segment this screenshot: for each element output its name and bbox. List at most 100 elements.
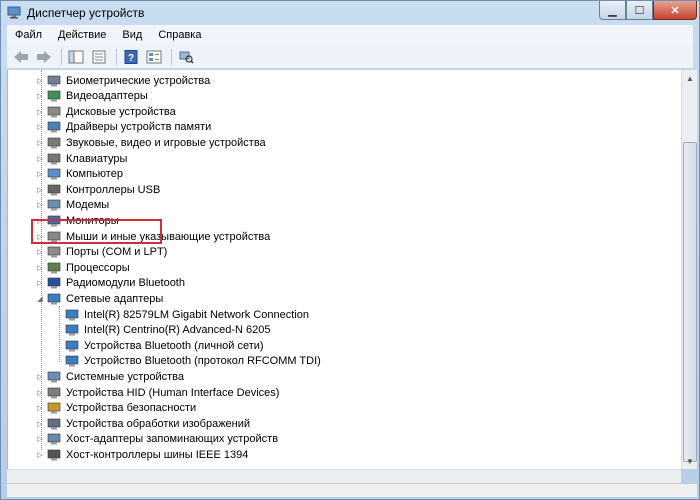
ieee1394-icon <box>47 449 61 461</box>
device-category[interactable]: Клавиатуры <box>46 151 127 166</box>
toolbar-separator <box>116 48 117 65</box>
memory-icon <box>47 121 61 133</box>
device-category[interactable]: Биометрические устройства <box>46 73 210 88</box>
console-tree-icon <box>68 50 84 63</box>
scroll-up-arrow[interactable]: ▲ <box>682 70 698 86</box>
hid-icon <box>47 387 61 398</box>
modem-icon <box>47 199 61 211</box>
scan-hardware-icon <box>179 51 194 64</box>
device-label: Модемы <box>66 199 110 212</box>
device-item[interactable]: Устройство Bluetooth (протокол RFCOMM TD… <box>64 354 321 369</box>
speaker-icon <box>47 137 61 149</box>
expand-arrow-icon[interactable]: ▷ <box>36 432 44 447</box>
device-label: Звуковые, видео и игровые устройства <box>66 136 266 149</box>
expand-arrow-icon[interactable]: ▷ <box>36 385 44 400</box>
expand-arrow-icon[interactable]: ▷ <box>36 276 44 291</box>
device-category[interactable]: Хост-контроллеры шины IEEE 1394 <box>46 447 248 462</box>
device-category[interactable]: Драйверы устройств памяти <box>46 120 211 135</box>
device-label: Клавиатуры <box>66 152 128 165</box>
expand-arrow-icon[interactable]: ▷ <box>36 73 44 88</box>
toolbar: ? <box>7 45 693 69</box>
forward-button[interactable] <box>34 48 54 66</box>
expand-arrow-icon[interactable]: ▷ <box>36 447 44 462</box>
device-category[interactable]: Радиомодули Bluetooth <box>46 276 185 291</box>
expand-arrow-icon[interactable]: ▷ <box>36 369 44 384</box>
computer-icon <box>47 168 61 180</box>
expand-arrow-icon[interactable]: ▷ <box>36 198 44 213</box>
device-category[interactable]: Порты (COM и LPT) <box>46 245 167 260</box>
device-label: Дисковые устройства <box>66 105 176 118</box>
device-category[interactable]: Контроллеры USB <box>46 182 160 197</box>
properties-button[interactable] <box>89 48 109 66</box>
expand-arrow-icon[interactable]: ▷ <box>36 401 44 416</box>
expand-arrow-icon[interactable]: ▷ <box>36 167 44 182</box>
expand-arrow-icon[interactable]: ▷ <box>36 245 44 260</box>
details-view-button[interactable] <box>144 48 164 66</box>
back-button[interactable] <box>11 48 31 66</box>
scroll-down-arrow[interactable]: ▼ <box>682 453 698 469</box>
device-item[interactable]: Устройства Bluetooth (личной сети) <box>64 338 264 353</box>
processor-icon <box>47 262 61 274</box>
device-category[interactable]: Устройства обработки изображений <box>46 416 250 431</box>
device-label: Устройства обработки изображений <box>66 417 251 430</box>
device-label: Контроллеры USB <box>66 183 161 196</box>
expand-arrow-icon[interactable]: ▷ <box>36 260 44 275</box>
tree-connector-line <box>59 306 60 362</box>
device-label: Порты (COM и LPT) <box>66 246 168 259</box>
maximize-button[interactable]: ☐ <box>626 1 653 20</box>
display-adapter-icon <box>47 90 61 102</box>
storage-controller-icon <box>47 433 61 445</box>
expand-arrow-icon[interactable]: ▷ <box>36 104 44 119</box>
menu-view[interactable]: Вид <box>114 29 150 41</box>
svg-text:?: ? <box>128 53 134 64</box>
expand-arrow-icon[interactable]: ▷ <box>36 135 44 150</box>
device-label: Intel(R) Centrino(R) Advanced-N 6205 <box>84 324 271 337</box>
close-button[interactable]: ✕ <box>653 1 697 20</box>
menu-file[interactable]: Файл <box>7 29 50 41</box>
device-category[interactable]: Видеоадаптеры <box>46 89 148 104</box>
network-adapter-icon <box>65 340 79 352</box>
device-category[interactable]: Модемы <box>46 198 109 213</box>
expand-arrow-icon[interactable]: ▷ <box>36 182 44 197</box>
device-category[interactable]: Звуковые, видео и игровые устройства <box>46 135 266 150</box>
show-hide-console-tree-button[interactable] <box>66 48 86 66</box>
device-category[interactable]: Компьютер <box>46 167 123 182</box>
device-category[interactable]: Дисковые устройства <box>46 104 176 119</box>
device-category[interactable]: Сетевые адаптеры <box>46 291 163 306</box>
device-label: Устройства безопасности <box>66 402 197 415</box>
maximize-icon: ☐ <box>634 4 645 17</box>
device-category[interactable]: Устройства безопасности <box>46 401 196 416</box>
title-bar[interactable]: Диспетчер устройств ▁ ☐ ✕ <box>1 1 700 25</box>
help-icon: ? <box>124 49 138 64</box>
vertical-scrollbar[interactable]: ▲ ▼ <box>681 70 697 469</box>
help-button[interactable]: ? <box>121 48 141 66</box>
menu-action[interactable]: Действие <box>50 29 114 41</box>
expand-arrow-icon[interactable]: ▷ <box>36 151 44 166</box>
device-category[interactable]: Системные устройства <box>46 369 184 384</box>
device-item[interactable]: Intel(R) 82579LM Gigabit Network Connect… <box>64 307 309 322</box>
scan-hardware-button[interactable] <box>176 48 196 66</box>
minimize-button[interactable]: ▁ <box>599 1 626 20</box>
device-item[interactable]: Intel(R) Centrino(R) Advanced-N 6205 <box>64 323 270 338</box>
scroll-thumb[interactable] <box>683 142 697 462</box>
network-adapter-icon <box>65 309 79 320</box>
expand-arrow-icon[interactable]: ▷ <box>36 89 44 104</box>
collapse-arrow-icon[interactable]: ◢ <box>36 291 44 306</box>
device-category[interactable]: Хост-адаптеры запоминающих устройств <box>46 432 278 447</box>
system-device-icon <box>47 371 61 383</box>
device-label: Устройства Bluetooth (личной сети) <box>84 339 264 352</box>
properties-icon <box>92 50 106 63</box>
fingerprint-icon <box>47 75 61 86</box>
device-category[interactable]: Процессоры <box>46 260 130 275</box>
camera-icon <box>47 418 61 430</box>
expand-arrow-icon[interactable]: ▷ <box>36 120 44 135</box>
device-label: Системные устройства <box>66 370 185 383</box>
horizontal-scrollbar[interactable] <box>7 469 681 483</box>
device-label: Биометрические устройства <box>66 74 211 87</box>
menu-help[interactable]: Справка <box>150 29 209 41</box>
expand-arrow-icon[interactable]: ▷ <box>36 416 44 431</box>
device-category[interactable]: Устройства HID (Human Interface Devices) <box>46 385 279 400</box>
device-label: Хост-адаптеры запоминающих устройств <box>66 433 279 446</box>
status-bar <box>7 483 697 497</box>
device-label: Радиомодули Bluetooth <box>66 277 185 290</box>
